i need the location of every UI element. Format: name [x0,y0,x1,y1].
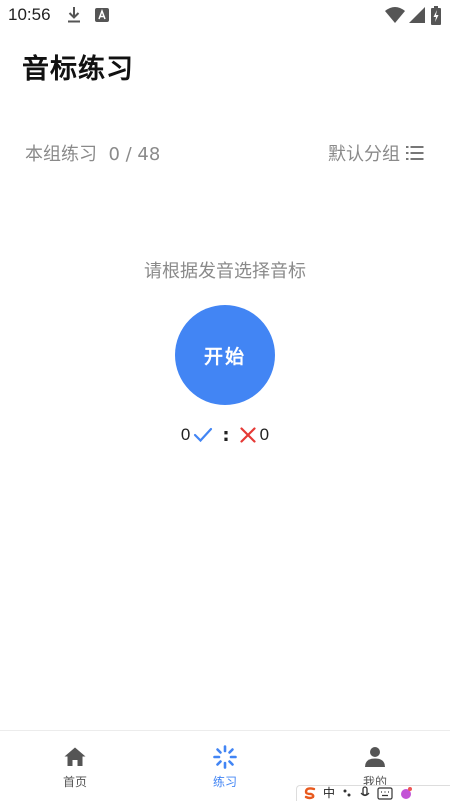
ime-chinese-mode[interactable]: 中 [323,786,335,800]
check-icon [194,427,213,443]
group-selector-label: 默认分组 [328,144,400,165]
group-progress-label: 本组练习 [25,144,97,165]
ime-toolbar[interactable]: 中 [296,785,450,801]
download-icon [68,7,80,23]
practice-icon [213,745,237,769]
ime-skin-icon[interactable] [399,786,413,800]
keyboard-icon[interactable] [377,786,393,800]
cross-icon [239,427,256,443]
cell-signal-icon [409,7,425,23]
ime-punctuation-icon[interactable] [341,786,353,800]
score-separator: : [222,424,230,446]
nav-item-home[interactable]: 首页 [0,731,150,801]
page-title: 音标练习 [22,54,134,85]
person-icon [365,747,385,767]
group-progress: 本组练习 0 / 48 [25,140,160,166]
status-bar: 10:56 [0,0,450,32]
group-progress-value: 0 / 48 [108,144,161,165]
sogou-logo-icon [304,787,316,800]
nav-item-practice[interactable]: 练习 [150,731,300,801]
wifi-icon [385,7,405,23]
nav-label-home: 首页 [62,775,87,789]
battery-charging-icon [431,6,441,25]
status-time: 10:56 [8,5,51,24]
group-row: 本组练习 0 / 48 默认分组 [25,140,424,166]
microphone-icon[interactable] [359,786,371,800]
correct-count: 0 [180,425,191,444]
list-icon [406,146,424,160]
instruction-text: 请根据发音选择音标 [144,261,306,282]
score-row: 0 : 0 [0,423,450,447]
home-icon [64,747,86,766]
group-selector-button[interactable]: 默认分组 [328,140,424,166]
nav-label-practice: 练习 [212,775,237,789]
wrong-count: 0 [259,425,270,444]
start-button[interactable]: 开始 [175,305,275,405]
app-badge-icon [95,8,109,22]
